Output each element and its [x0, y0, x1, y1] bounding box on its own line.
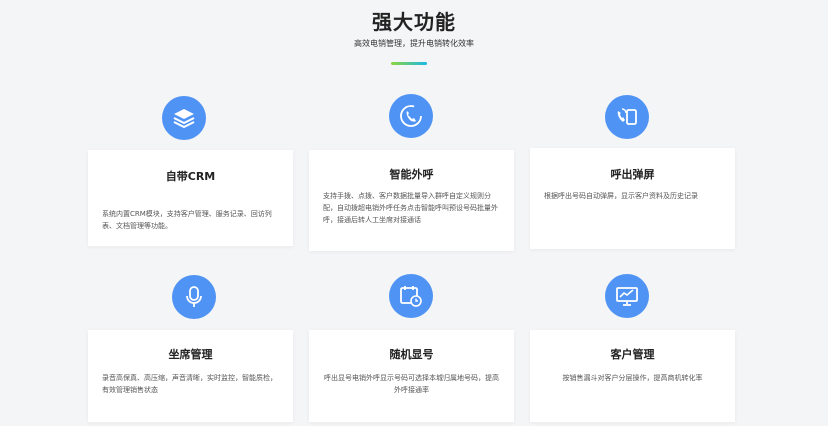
- feature-title: 客户管理: [610, 348, 655, 361]
- title-divider: [391, 62, 427, 65]
- feature-title: 呼出弹屏: [610, 168, 655, 181]
- feature-description: 支持手拨、点拨、客户数据批量导入群呼自定义规则分配，自动拨超电销外呼任务点击智能…: [323, 192, 498, 224]
- microphone-icon: [172, 275, 216, 319]
- feature-card-customer-management[interactable]: 客户管理 按销售漏斗对客户分层操作，提高商机转化率: [530, 330, 735, 422]
- feature-card-seat-management[interactable]: 坐席管理 录音高保真、高压缩，声音清晰，实时监控，智能质检，有效管理销售状态: [88, 330, 293, 422]
- feature-description: 根据呼出号码自动弹屏，显示客户资料及历史记录: [544, 192, 698, 200]
- feature-card-outbound-call[interactable]: 智能外呼 支持手拨、点拨、客户数据批量导入群呼自定义规则分配，自动拨超电销外呼任…: [309, 150, 514, 251]
- feature-card-popup-screen[interactable]: 呼出弹屏 根据呼出号码自动弹屏，显示客户资料及历史记录: [530, 148, 735, 249]
- section-subtitle: 高效电销管理，提升电销转化效率: [354, 39, 474, 48]
- stack-layers-icon: [162, 96, 206, 140]
- feature-card-crm[interactable]: 自带CRM 系统内置CRM模块，支持客户管理、服务记录、回访列表、文档管理等功能…: [88, 150, 293, 246]
- feature-title: 随机显号: [389, 348, 434, 361]
- feature-card-random-caller-id[interactable]: 随机显号 呼出显号电销外呼显示号码可选择本城归属地号码，提高外呼接通率: [309, 330, 514, 422]
- feature-description: 系统内置CRM模块，支持客户管理、服务记录、回访列表、文档管理等功能。: [102, 210, 272, 230]
- feature-title: 坐席管理: [168, 348, 213, 361]
- calendar-clock-icon: [389, 274, 433, 318]
- monitor-chart-icon: [605, 274, 649, 318]
- phone-screen-icon: [605, 95, 649, 139]
- feature-description: 按销售漏斗对客户分层操作，提高商机转化率: [562, 374, 703, 382]
- feature-description: 呼出显号电销外呼显示号码可选择本城归属地号码，提高外呼接通率: [324, 374, 499, 394]
- phone-refresh-icon: [389, 94, 433, 138]
- feature-title: 智能外呼: [389, 168, 434, 181]
- section-title: 强大功能: [372, 10, 456, 34]
- feature-description: 录音高保真、高压缩，声音清晰，实时监控，智能质检，有效管理销售状态: [102, 374, 277, 394]
- feature-title: 自带CRM: [165, 170, 216, 183]
